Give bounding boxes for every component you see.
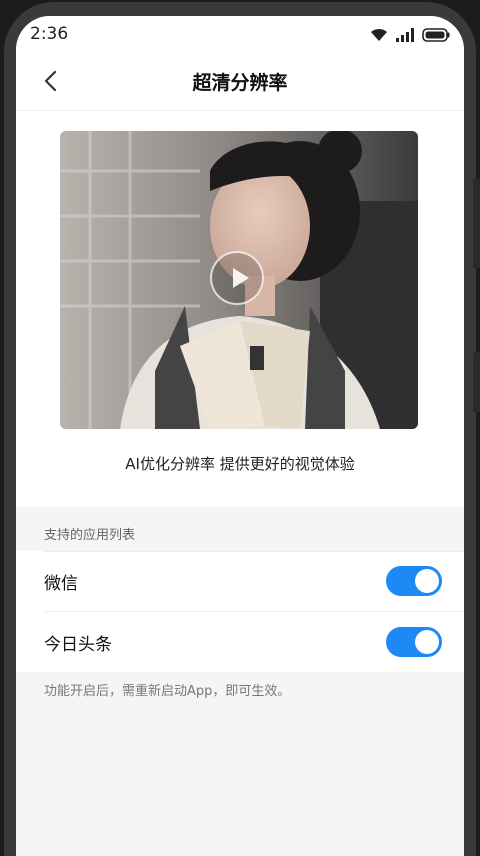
app-row-toutiao: 今日头条 [16, 612, 464, 672]
phone-frame: 2:36 超清分辨率 AI优化分辨率 提供更好的视觉体验 支持的应用列表 微信 … [0, 0, 480, 856]
toggle-knob [415, 630, 439, 654]
status-time: 2:36 [30, 24, 69, 44]
volume-button [473, 178, 480, 268]
power-button [473, 352, 480, 412]
toutiao-toggle[interactable] [386, 627, 442, 657]
restart-note: 功能开启后，需重新启动App，即可生效。 [44, 684, 291, 699]
section-header: 支持的应用列表 [44, 528, 136, 543]
status-icons [370, 26, 450, 44]
feature-caption: AI优化分辨率 提供更好的视觉体验 [125, 455, 355, 473]
app-label: 微信 [44, 574, 78, 594]
wechat-toggle[interactable] [386, 566, 442, 596]
app-label: 今日头条 [44, 635, 112, 655]
wifi-icon [371, 28, 387, 41]
page-title: 超清分辨率 [192, 72, 288, 94]
signal-icon [396, 28, 414, 42]
play-button[interactable] [210, 251, 264, 305]
feature-preview: AI优化分辨率 提供更好的视觉体验 [16, 111, 464, 507]
app-list: 微信 今日头条 [16, 551, 464, 672]
battery-icon [422, 28, 450, 42]
status-bar: 2:36 [16, 16, 464, 54]
preview-video[interactable] [60, 131, 418, 429]
toggle-knob [415, 569, 439, 593]
nav-header: 超清分辨率 [16, 54, 464, 111]
app-row-wechat: 微信 [16, 551, 464, 611]
screen: 2:36 超清分辨率 AI优化分辨率 提供更好的视觉体验 支持的应用列表 微信 … [16, 16, 464, 856]
